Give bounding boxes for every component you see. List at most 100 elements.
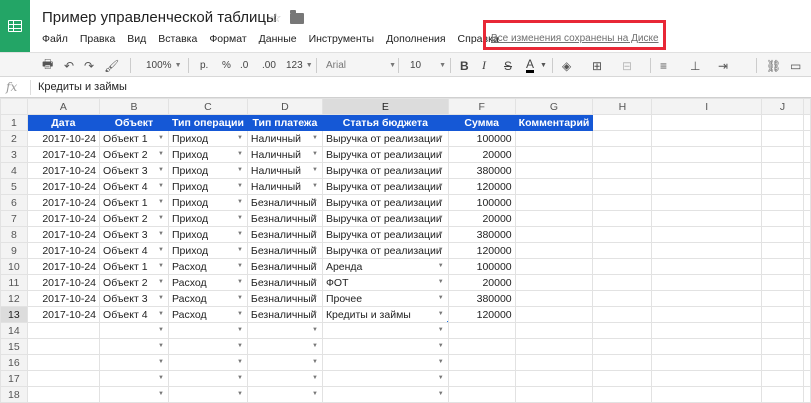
menu-item[interactable]: Правка [80, 33, 115, 45]
cell[interactable]: Выручка от реализации [321, 242, 449, 259]
cell[interactable]: 2017-10-24 [26, 178, 101, 195]
cell[interactable] [246, 338, 323, 355]
cell[interactable] [26, 386, 101, 403]
redo-icon[interactable]: ↷ [84, 57, 94, 74]
cell[interactable] [321, 370, 449, 387]
row-header[interactable]: 16 [0, 354, 28, 371]
cell[interactable] [803, 386, 811, 403]
cell[interactable]: 2017-10-24 [26, 130, 101, 147]
cell[interactable] [651, 194, 762, 211]
cell[interactable] [592, 386, 653, 403]
cell[interactable] [651, 274, 762, 291]
folder-icon[interactable] [290, 10, 304, 24]
row-header[interactable]: 13 [0, 306, 28, 323]
row-header[interactable]: 12 [0, 290, 28, 307]
cell[interactable] [760, 194, 805, 211]
cell[interactable]: 2017-10-24 [26, 146, 101, 163]
cell[interactable]: Объект 1 [99, 194, 169, 211]
cell[interactable]: 2017-10-24 [26, 194, 101, 211]
cell[interactable]: Приход [167, 178, 248, 195]
cell[interactable] [592, 194, 653, 211]
cell[interactable]: Наличный [246, 162, 323, 179]
cell[interactable]: Объект 3 [99, 290, 169, 307]
cell[interactable] [592, 162, 653, 179]
cell[interactable] [447, 370, 516, 387]
cell[interactable]: 2017-10-24 [26, 226, 101, 243]
cell[interactable] [514, 354, 594, 371]
cell[interactable] [803, 306, 811, 323]
cell[interactable] [246, 322, 323, 339]
cell[interactable] [803, 162, 811, 179]
cell[interactable]: 2017-10-24 [26, 162, 101, 179]
column-header[interactable]: C [167, 98, 248, 115]
cell[interactable] [803, 338, 811, 355]
cell[interactable]: Расход [167, 258, 248, 275]
cell[interactable] [760, 258, 805, 275]
cell[interactable]: Объект 4 [99, 306, 169, 323]
align-left-icon[interactable]: ≡ [660, 57, 667, 74]
cell[interactable] [26, 338, 101, 355]
column-header[interactable]: J [760, 98, 805, 115]
cell[interactable]: 20000 [447, 274, 516, 291]
currency-button[interactable]: р. [200, 57, 208, 74]
row-header[interactable]: 10 [0, 258, 28, 275]
cell[interactable] [514, 162, 594, 179]
cell[interactable] [321, 322, 449, 339]
cell[interactable]: 2017-10-24 [26, 306, 101, 323]
cell[interactable] [760, 370, 805, 387]
table-header-cell[interactable]: Сумма [447, 114, 516, 131]
cell[interactable]: Безналичный [246, 210, 323, 227]
cell[interactable]: Наличный [246, 130, 323, 147]
cell[interactable] [651, 386, 762, 403]
cell[interactable] [592, 178, 653, 195]
menu-item[interactable]: Вставка [158, 33, 197, 45]
row-header[interactable]: 8 [0, 226, 28, 243]
row-header[interactable]: 4 [0, 162, 28, 179]
cell[interactable]: Объект 2 [99, 146, 169, 163]
column-header[interactable]: B [99, 98, 169, 115]
menu-item[interactable]: Формат [209, 33, 246, 45]
cell[interactable] [99, 354, 169, 371]
cell[interactable] [592, 306, 653, 323]
cell[interactable] [803, 210, 811, 227]
cell[interactable] [321, 338, 449, 355]
row-header[interactable]: 9 [0, 242, 28, 259]
cell[interactable] [651, 338, 762, 355]
column-header[interactable]: F [447, 98, 516, 115]
cell[interactable] [651, 146, 762, 163]
cell[interactable]: Объект 2 [99, 274, 169, 291]
cell[interactable] [651, 370, 762, 387]
bold-icon[interactable]: B [460, 57, 469, 74]
vertical-align-icon[interactable]: ⊥ [690, 57, 700, 74]
cell[interactable]: 20000 [447, 146, 516, 163]
cell[interactable] [246, 370, 323, 387]
cell[interactable]: Наличный [246, 146, 323, 163]
cell[interactable]: Безналичный [246, 290, 323, 307]
cell[interactable]: Выручка от реализации [321, 130, 449, 147]
row-header[interactable]: 7 [0, 210, 28, 227]
cell[interactable]: 2017-10-24 [26, 210, 101, 227]
italic-icon[interactable]: I [482, 57, 486, 74]
increase-decimal-button[interactable]: .00 [262, 57, 276, 74]
cell[interactable]: Безналичный [246, 242, 323, 259]
cell[interactable]: 100000 [447, 258, 516, 275]
cell[interactable] [760, 290, 805, 307]
font-size-select[interactable]: 10 ▼ [410, 57, 446, 74]
cell[interactable]: 120000 [447, 242, 516, 259]
row-header[interactable]: 6 [0, 194, 28, 211]
cell[interactable] [803, 194, 811, 211]
cell[interactable] [760, 274, 805, 291]
paint-format-icon[interactable]: 🖌 [104, 57, 119, 74]
cell[interactable] [651, 114, 762, 131]
cell[interactable] [760, 322, 805, 339]
cell[interactable]: 2017-10-24 [26, 258, 101, 275]
document-title[interactable]: Пример управленческой таблицы [42, 9, 277, 26]
cell[interactable]: Прочее [321, 290, 449, 307]
cell[interactable]: Безналичный [246, 226, 323, 243]
active-cell[interactable]: Кредиты и займы [321, 306, 449, 323]
cell[interactable] [99, 370, 169, 387]
text-wrap-icon[interactable]: ⇥ [718, 57, 728, 74]
cell[interactable] [760, 210, 805, 227]
cell[interactable] [167, 370, 248, 387]
cell[interactable] [99, 386, 169, 403]
